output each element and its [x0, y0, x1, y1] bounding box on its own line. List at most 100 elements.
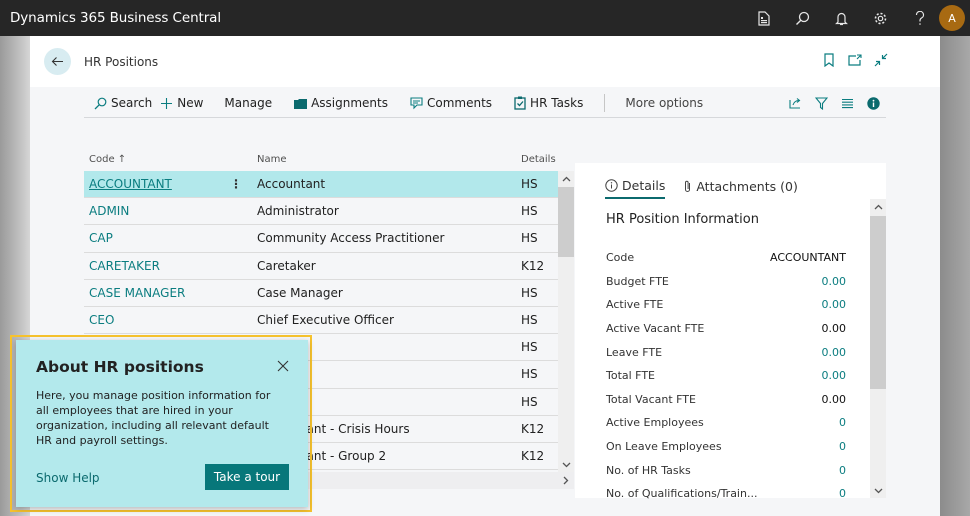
cell-code[interactable]: CAP — [84, 231, 252, 245]
list-vertical-scrollbar[interactable] — [558, 171, 574, 472]
column-code-label: Code — [89, 154, 115, 165]
more-options-action[interactable]: More options — [625, 89, 703, 118]
new-action-label: New — [177, 96, 204, 110]
code-link[interactable]: CASE MANAGER — [89, 286, 185, 300]
action-bar-right — [788, 96, 880, 110]
field-value[interactable]: 0.00 — [822, 298, 847, 311]
tab-attachments[interactable]: Attachments (0) — [683, 173, 798, 199]
bell-icon[interactable] — [822, 0, 861, 36]
table-row[interactable]: ADMIN Administrator HS — [84, 198, 558, 226]
column-header-details[interactable]: Details — [516, 154, 556, 165]
manage-action[interactable]: Manage — [224, 89, 272, 118]
hr-tasks-action[interactable]: HR Tasks — [514, 89, 583, 118]
factbox-scrollbar[interactable] — [870, 199, 886, 498]
table-row[interactable]: ACCOUNTANT ⋮ Accountant HS — [84, 171, 558, 199]
folder-icon — [294, 98, 308, 109]
factbox-field: Leave FTE 0.00 — [606, 340, 846, 364]
code-link[interactable]: CEO — [89, 313, 114, 327]
code-link[interactable]: ACCOUNTANT — [89, 177, 172, 191]
scroll-right-icon[interactable] — [560, 474, 572, 487]
search-icon — [94, 97, 107, 109]
page-header: HR Positions — [30, 36, 940, 87]
filter-icon[interactable] — [814, 96, 828, 110]
cell-details: HS — [521, 367, 538, 382]
info-circle-icon — [605, 178, 618, 192]
tab-details[interactable]: Details — [605, 173, 666, 199]
task-clipboard-icon — [514, 96, 526, 110]
code-link[interactable]: CARETAKER — [89, 259, 160, 273]
share-icon[interactable] — [788, 96, 802, 110]
scrollbar-thumb[interactable] — [558, 187, 574, 257]
comments-action[interactable]: Comments — [410, 89, 492, 118]
scrollbar-thumb[interactable] — [870, 216, 886, 389]
table-row[interactable]: CEO Chief Executive Officer HS — [84, 307, 558, 335]
search-action[interactable]: Search — [94, 89, 152, 118]
field-label: No. of HR Tasks — [606, 463, 691, 477]
factbox-field: Total Vacant FTE 0.00 — [606, 388, 846, 412]
field-value[interactable]: 0 — [839, 416, 846, 429]
bookmark-icon[interactable] — [822, 53, 836, 67]
info-icon[interactable] — [866, 96, 880, 110]
plus-icon — [161, 97, 173, 109]
cell-name: Administrator — [257, 204, 339, 219]
comment-icon — [410, 96, 423, 109]
close-icon[interactable] — [276, 359, 290, 373]
back-button[interactable] — [44, 48, 71, 75]
gear-icon[interactable] — [861, 0, 900, 36]
table-row[interactable]: CAP Community Access Practitioner HS — [84, 225, 558, 253]
cell-details: HS — [521, 285, 538, 300]
show-help-link[interactable]: Show Help — [36, 471, 100, 485]
help-icon[interactable] — [900, 0, 939, 36]
scroll-down-icon[interactable] — [558, 458, 574, 472]
factbox-field: Total FTE 0.00 — [606, 364, 846, 388]
table-row[interactable]: CASE MANAGER Case Manager HS — [84, 280, 558, 307]
field-value[interactable]: 0 — [839, 464, 846, 477]
column-header-code[interactable]: Code ↑ — [84, 154, 252, 165]
open-in-new-window-icon[interactable] — [848, 53, 862, 67]
paperclip-icon — [685, 180, 691, 192]
collapse-icon[interactable] — [874, 53, 888, 67]
code-link[interactable]: ADMIN — [89, 204, 129, 218]
field-value[interactable]: 0.00 — [822, 369, 847, 382]
arrow-left-icon — [51, 57, 63, 66]
field-label: No. of Qualifications/Train... — [606, 487, 758, 501]
cell-details: HS — [521, 231, 538, 246]
factbox-field: Active Vacant FTE 0.00 — [606, 317, 846, 341]
field-label: Active Employees — [606, 416, 704, 430]
field-value[interactable]: 0.00 — [822, 275, 847, 288]
search-icon[interactable] — [783, 0, 822, 36]
cell-name: Case Manager — [257, 285, 343, 300]
scroll-up-icon[interactable] — [558, 172, 574, 186]
table-row[interactable]: CARETAKER Caretaker K12 — [84, 253, 558, 280]
field-value: 0.00 — [821, 392, 847, 406]
top-bar: Dynamics 365 Business Central A — [0, 0, 970, 36]
list-view-icon[interactable] — [840, 96, 854, 110]
cell-code[interactable]: ACCOUNTANT ⋮ — [84, 177, 252, 191]
row-more-options-icon[interactable]: ⋮ — [230, 177, 242, 191]
field-value: 0.00 — [821, 322, 847, 336]
cell-code[interactable]: CEO — [84, 313, 252, 327]
field-value[interactable]: 0 — [839, 487, 846, 500]
scroll-down-icon[interactable] — [870, 484, 886, 498]
take-a-tour-button[interactable]: Take a tour — [205, 464, 289, 490]
list-header: Code ↑ Name Details — [84, 148, 574, 171]
code-link[interactable]: CAP — [89, 231, 113, 245]
avatar[interactable]: A — [939, 5, 965, 31]
cell-details: HS — [521, 204, 538, 219]
field-value[interactable]: 0 — [839, 440, 846, 453]
field-label: Active FTE — [606, 298, 664, 312]
cell-code[interactable]: CASE MANAGER — [84, 286, 252, 300]
scroll-up-icon[interactable] — [870, 200, 886, 214]
document-icon[interactable] — [744, 0, 783, 36]
action-separator — [604, 94, 606, 112]
new-action[interactable]: New — [160, 89, 203, 118]
cell-code[interactable]: ADMIN — [84, 204, 252, 218]
field-value[interactable]: 0.00 — [822, 346, 847, 359]
comments-action-label: Comments — [427, 96, 493, 110]
cell-code[interactable]: CARETAKER — [84, 259, 252, 273]
field-label: Budget FTE — [606, 274, 669, 288]
assignments-action[interactable]: Assignments — [294, 89, 388, 118]
action-bar: Search New Manage Assignments Comments H… — [84, 89, 886, 118]
cell-details: HS — [521, 394, 538, 409]
column-header-name[interactable]: Name — [252, 154, 516, 165]
